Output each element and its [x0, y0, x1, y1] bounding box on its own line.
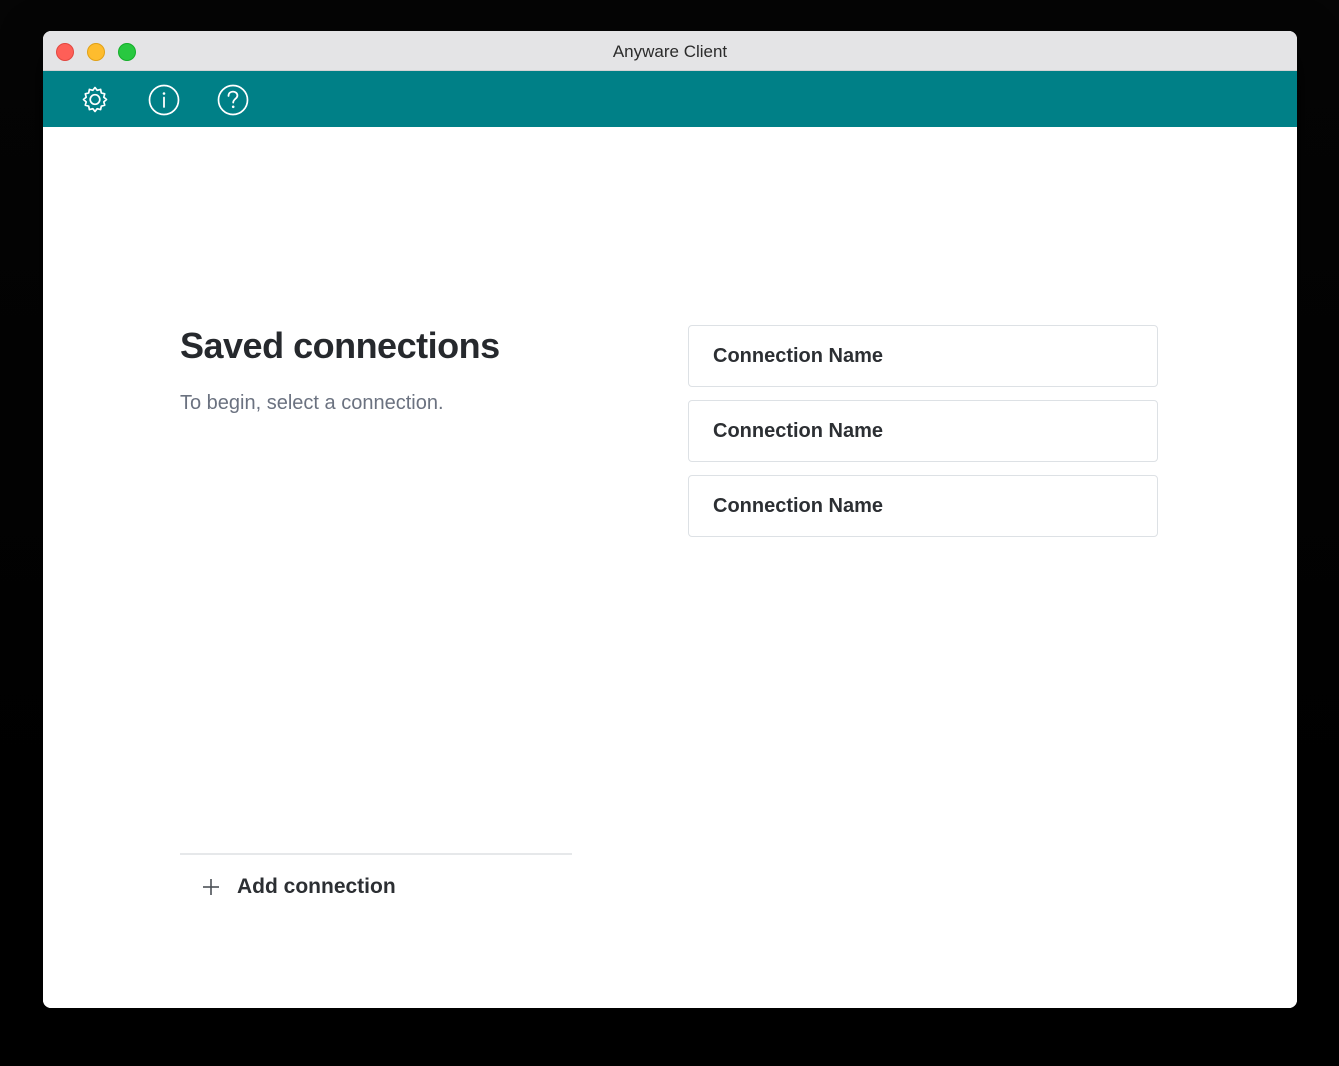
plus-icon — [203, 879, 219, 895]
help-icon — [217, 84, 249, 116]
connection-item[interactable]: Connection Name — [688, 475, 1158, 537]
connection-list: Connection Name Connection Name Connecti… — [688, 325, 1158, 550]
window-title: Anyware Client — [612, 42, 728, 61]
connection-item[interactable]: Connection Name — [688, 325, 1158, 387]
add-connection-label: Add connection — [237, 875, 396, 898]
connection-item[interactable]: Connection Name — [688, 400, 1158, 462]
app-window: Anyware Client Saved connections To begi… — [43, 31, 1297, 1008]
help-button[interactable] — [216, 83, 250, 117]
desktop-background: Anyware Client Saved connections To begi… — [0, 0, 1339, 1066]
divider — [180, 853, 572, 855]
settings-button[interactable] — [78, 83, 112, 117]
add-connection-button[interactable]: Add connection — [201, 870, 396, 904]
main-content: Saved connections To begin, select a con… — [43, 127, 1297, 1008]
info-icon — [148, 84, 180, 116]
title-bar[interactable]: Anyware Client — [43, 31, 1297, 71]
info-button[interactable] — [147, 83, 181, 117]
gear-icon — [82, 86, 108, 113]
page-title: Saved connections — [180, 325, 500, 366]
page-subtitle: To begin, select a connection. — [180, 392, 444, 414]
toolbar — [43, 71, 1297, 127]
